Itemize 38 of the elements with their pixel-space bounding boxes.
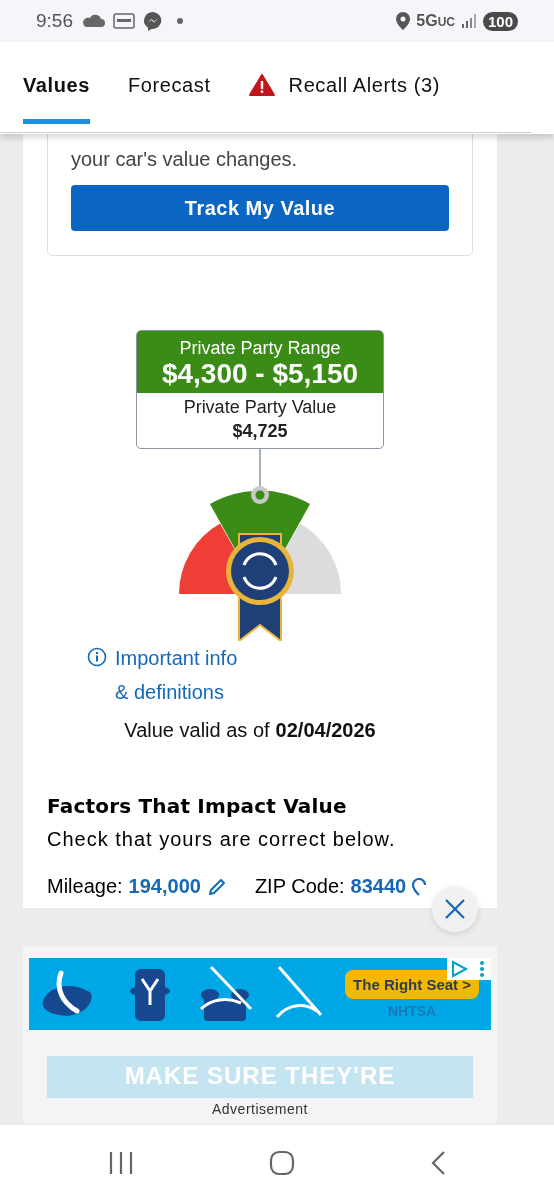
ad-label: Advertisement — [211, 1100, 309, 1119]
section-subtitle: Check that yours are correct below. — [47, 828, 397, 851]
tab[interactable]: Values — [23, 72, 90, 124]
track-value-button[interactable]: Track My Value — [71, 185, 449, 231]
network-type: 5GUC — [416, 12, 455, 30]
signal-icon — [460, 13, 477, 29]
messenger-icon — [143, 11, 163, 31]
pencil-icon[interactable] — [206, 876, 227, 897]
clock-time: 9:56 — [36, 10, 73, 32]
factor-value[interactable]: 194,000 — [128, 875, 201, 898]
valid-date: 02/04/2026 — [275, 719, 376, 741]
back-icon[interactable] — [430, 1149, 447, 1176]
factor-label: ZIP Code: — [254, 875, 345, 898]
warning-icon — [248, 74, 275, 96]
range-label: Private Party Range — [178, 338, 342, 359]
value-label: Private Party Value — [182, 397, 338, 418]
info-link[interactable]: Important info & definitions — [115, 641, 250, 709]
recents-icon[interactable] — [107, 1150, 134, 1175]
factor-value[interactable]: 83440 — [350, 875, 407, 898]
tab[interactable]: Forecast — [128, 72, 211, 124]
dot-icon — [177, 18, 183, 24]
tab[interactable]: Recall Alerts (3) — [248, 72, 440, 124]
app-icon — [113, 13, 135, 29]
valid-label: Value valid as of — [124, 719, 270, 741]
cloud-icon — [81, 14, 105, 28]
factor-label: Mileage: — [47, 875, 123, 898]
ad-headline: MAKE SURE THEY'RE — [124, 1062, 396, 1090]
ad-cta-button[interactable]: The Right Seat > — [345, 969, 479, 999]
value-amount: $4,725 — [231, 421, 289, 442]
close-button[interactable] — [432, 886, 478, 932]
ad-choices-icon[interactable] — [447, 958, 491, 980]
close-icon — [444, 898, 466, 920]
range-value: $4,300 - $5,150 — [160, 359, 360, 389]
section-title: Factors That Impact Value — [47, 794, 348, 818]
battery-level: 100 — [482, 11, 518, 31]
card-text: your car's value changes. — [71, 148, 299, 171]
home-icon[interactable] — [269, 1149, 295, 1176]
info-icon — [87, 647, 107, 667]
